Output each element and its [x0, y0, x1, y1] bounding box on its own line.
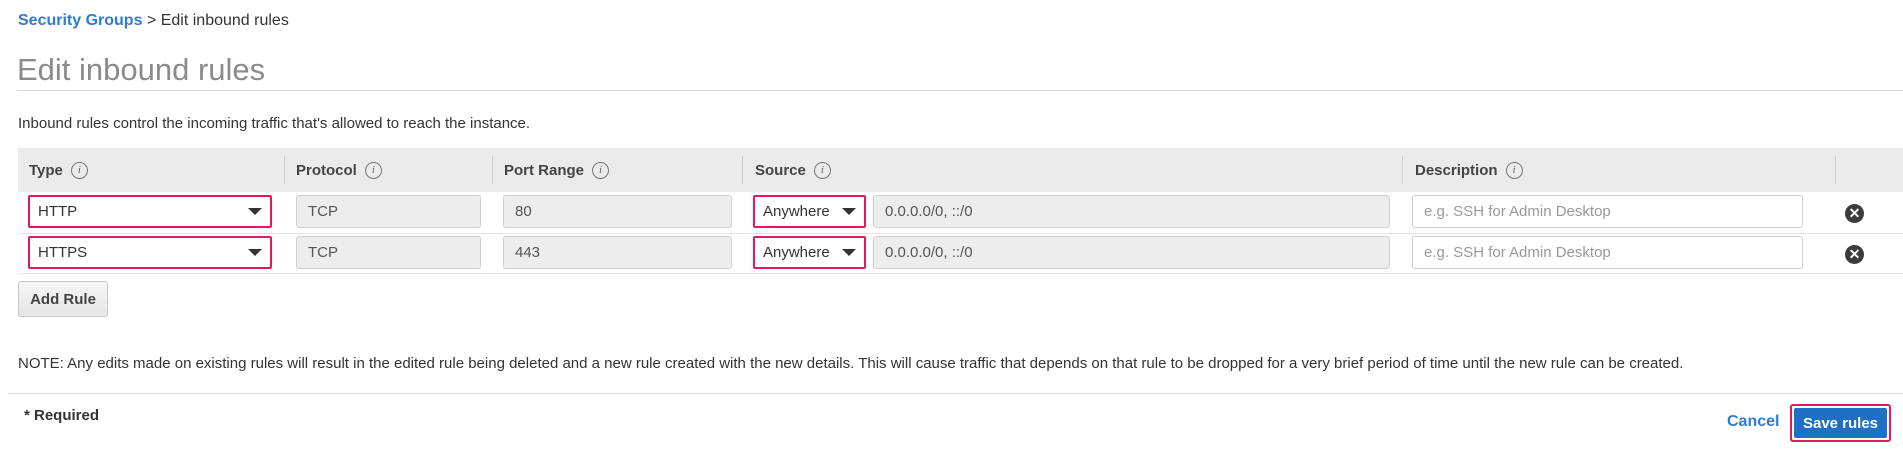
column-separator: [1835, 156, 1836, 184]
column-description-label: Description: [1415, 161, 1498, 179]
cancel-button[interactable]: Cancel: [1727, 413, 1779, 431]
chevron-down-icon: [248, 208, 262, 215]
row-divider: [18, 233, 1903, 234]
port-range-info-icon[interactable]: i: [592, 161, 610, 179]
rule-1-description-input[interactable]: [1412, 195, 1803, 228]
column-header-type: Type i: [29, 148, 88, 192]
chevron-down-icon: [842, 249, 856, 256]
breadcrumb-security-groups-link[interactable]: Security Groups: [18, 12, 142, 29]
column-type-label: Type: [29, 161, 63, 179]
source-info-icon[interactable]: i: [813, 161, 831, 179]
rule-2-remove-circle-icon[interactable]: ✕: [1845, 245, 1864, 264]
breadcrumb: Security Groups > Edit inbound rules: [18, 12, 289, 30]
footer-divider: [8, 393, 1903, 394]
rule-2-cidr-field[interactable]: 0.0.0.0/0, ::/0: [873, 236, 1390, 269]
rule-1-type-value: HTTP: [38, 203, 78, 220]
protocol-info-icon[interactable]: i: [364, 161, 382, 179]
rule-2-port-range-field[interactable]: 443: [503, 236, 732, 269]
edit-note: NOTE: Any edits made on existing rules w…: [18, 355, 1684, 372]
rule-2-type-value: HTTPS: [38, 244, 88, 261]
type-info-icon[interactable]: i: [70, 161, 88, 179]
rule-1-source-value: Anywhere: [763, 203, 830, 220]
rule-2-type-select[interactable]: HTTPS: [28, 236, 272, 269]
rule-2-protocol-field: TCP: [296, 236, 481, 269]
column-source-label: Source: [755, 161, 806, 179]
page-title: Edit inbound rules: [17, 52, 266, 87]
title-divider: [17, 90, 1903, 91]
column-header-protocol: Protocol i: [296, 148, 382, 192]
required-label: * Required: [24, 407, 100, 424]
breadcrumb-separator: >: [146, 12, 157, 29]
add-rule-button[interactable]: Add Rule: [18, 281, 108, 317]
rule-1-port-range-field[interactable]: 80: [503, 195, 732, 228]
chevron-down-icon: [248, 249, 262, 256]
rules-table-header: Type i Protocol i Port Range i Source i …: [18, 148, 1903, 192]
rule-1-cidr-field[interactable]: 0.0.0.0/0, ::/0: [873, 195, 1390, 228]
rule-1-protocol-field: TCP: [296, 195, 481, 228]
column-protocol-label: Protocol: [296, 161, 357, 179]
save-rules-button[interactable]: Save rules: [1794, 408, 1887, 438]
column-header-port-range: Port Range i: [504, 148, 610, 192]
rule-2-description-input[interactable]: [1412, 236, 1803, 269]
rule-1-type-select[interactable]: HTTP: [28, 195, 272, 228]
rule-2-source-value: Anywhere: [763, 244, 830, 261]
rule-2-source-select[interactable]: Anywhere: [753, 236, 866, 269]
rule-1-remove-circle-icon[interactable]: ✕: [1845, 204, 1864, 223]
chevron-down-icon: [842, 208, 856, 215]
column-header-description: Description i: [1415, 148, 1523, 192]
column-separator: [1402, 156, 1403, 184]
column-separator: [284, 156, 285, 184]
column-port-range-label: Port Range: [504, 161, 585, 179]
rule-1-source-select[interactable]: Anywhere: [753, 195, 866, 228]
intro-text: Inbound rules control the incoming traff…: [18, 115, 531, 132]
breadcrumb-current: Edit inbound rules: [160, 12, 289, 29]
description-info-icon[interactable]: i: [1505, 161, 1523, 179]
row-divider: [18, 273, 1903, 274]
column-separator: [492, 156, 493, 184]
column-header-source: Source i: [755, 148, 831, 192]
column-separator: [742, 156, 743, 184]
